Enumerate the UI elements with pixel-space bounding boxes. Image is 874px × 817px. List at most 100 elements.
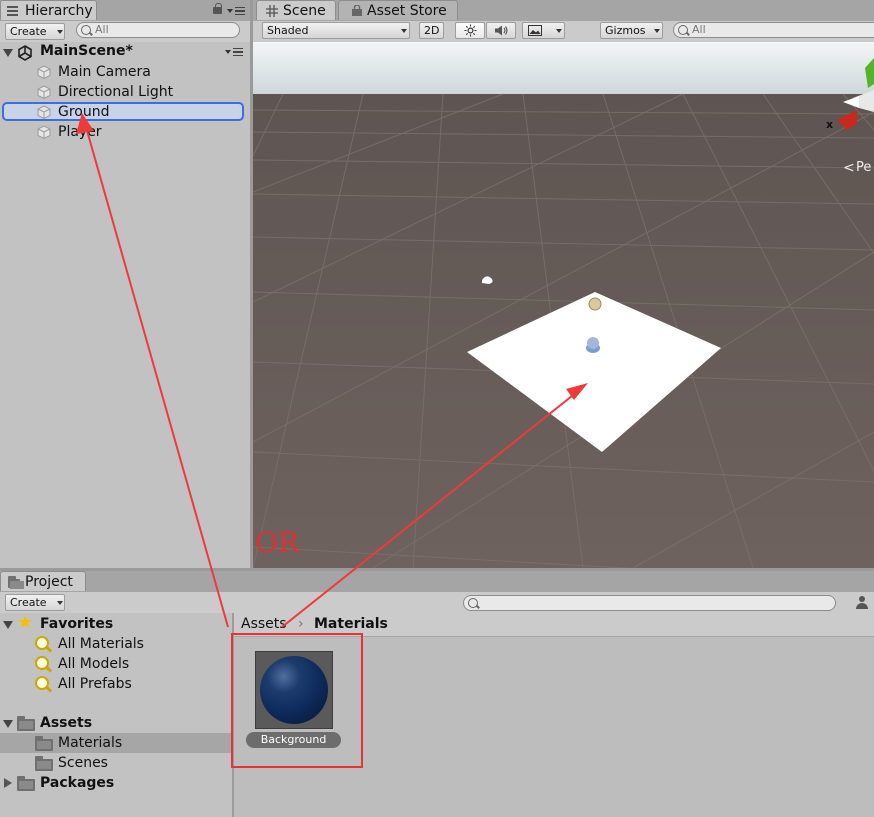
tree-item-all-models[interactable]: All Models [0,654,232,674]
tab-scene-label: Scene [283,3,326,19]
chevron-down-icon [654,29,660,33]
item-label: Directional Light [58,84,174,100]
item-label: All Materials [58,636,144,652]
item-label: Ground [58,104,110,120]
create-label: Create [10,25,47,38]
shading-mode-value: Shaded [267,24,309,37]
project-create-button[interactable]: Create [5,594,65,611]
item-label: All Prefabs [58,676,132,692]
list-icon-mid [7,10,18,12]
tab-asset-store[interactable]: Asset Store [338,0,458,20]
project-search-input[interactable] [463,595,836,611]
tree-item-all-materials[interactable]: All Materials [0,634,232,654]
search-icon [81,25,91,35]
search-icon [468,598,478,608]
grid-icon [266,5,278,17]
expand-arrow-icon[interactable] [3,720,13,728]
hierarchy-item-main-camera[interactable]: Main Camera [0,62,250,82]
tab-hierarchy[interactable]: Hierarchy [0,0,97,20]
breadcrumb-assets[interactable]: Assets [241,616,287,632]
folder-icon [35,756,53,771]
item-label: Materials [58,735,123,751]
folder-icon [17,776,35,791]
bag-icon [352,5,362,16]
tree-item-all-prefabs[interactable]: All Prefabs [0,674,232,694]
hierarchy-item-ground[interactable]: Ground [0,102,250,122]
unity-logo-icon [18,45,32,61]
hierarchy-item-directional-light[interactable]: Directional Light [0,82,250,102]
toggle-2d-button[interactable]: 2D [419,22,444,39]
sun-icon [464,24,477,37]
scene-menu-icon[interactable] [225,46,243,58]
gameobject-cube-icon [37,85,51,99]
persp-arrow-icon: < [843,160,855,176]
item-label: All Models [58,656,130,672]
lighting-toggle-button[interactable] [455,22,485,39]
toggle-2d-label: 2D [424,24,440,37]
gizmos-label: Gizmos [605,24,646,37]
collapse-arrow-icon[interactable] [4,778,12,788]
expand-arrow-icon[interactable] [3,621,13,629]
sky [253,42,874,100]
chevron-down-icon [57,30,63,34]
search-placeholder: All [95,23,109,36]
tab-hierarchy-label: Hierarchy [25,3,93,19]
scene-view-svg [253,42,874,568]
search-placeholder: All [692,23,706,36]
annotation-or-text: OR [255,526,300,559]
project-tabbar [0,571,874,593]
expand-arrow-icon[interactable] [3,49,13,57]
annotation-highlight-box [231,633,363,768]
scene-name: MainScene* [40,43,133,59]
tree-favorites[interactable]: ★ Favorites [0,612,232,634]
folder-icon [17,716,35,731]
hierarchy-search-input[interactable]: All [76,22,240,38]
search-filter-icon [35,636,49,650]
tab-scene[interactable]: Scene [256,0,336,20]
tab-project-label: Project [25,574,73,590]
folder-icon [8,576,24,589]
filter-by-type-icon[interactable] [856,596,870,610]
audio-toggle-button[interactable] [486,22,516,39]
breadcrumb-materials[interactable]: Materials [314,616,388,632]
assets-label: Assets [40,715,93,731]
tab-asset-store-label: Asset Store [367,3,447,19]
tree-item-scenes[interactable]: Scenes [0,753,232,773]
folder-icon [35,736,53,751]
chevron-down-icon [401,29,407,33]
persp-label[interactable]: Pe [856,160,871,175]
light-gizmo-icon [588,297,602,311]
chevron-down-icon [57,601,63,605]
chevron-down-icon [556,29,562,33]
gizmos-dropdown[interactable]: Gizmos [600,22,663,39]
tree-assets[interactable]: Assets [0,713,232,733]
player-object [587,337,599,349]
gameobject-cube-icon [37,125,51,139]
lock-shackle [215,3,222,9]
item-label: Main Camera [58,64,151,80]
tree-item-materials[interactable]: Materials [0,733,232,753]
breadcrumb-separator-icon: › [298,616,304,632]
favorites-label: Favorites [40,616,114,632]
hierarchy-item-player[interactable]: Player [0,122,250,142]
tree-packages[interactable]: Packages [0,773,232,793]
packages-label: Packages [40,775,115,791]
search-filter-icon [35,676,49,690]
panel-menu-icon[interactable] [227,5,245,17]
gameobject-cube-icon [37,105,51,119]
scene-search-input[interactable]: All [673,22,874,38]
star-icon: ★ [17,612,34,633]
hierarchy-scene-row[interactable]: MainScene* [0,42,250,62]
search-icon [678,25,688,35]
search-filter-icon [35,656,49,670]
create-label: Create [10,596,47,609]
scene-viewport[interactable]: x < Pe [253,42,874,568]
shading-mode-dropdown[interactable]: Shaded [262,22,410,39]
tab-project[interactable]: Project [0,571,86,591]
effects-dropdown-button[interactable] [522,22,565,39]
item-label: Player [58,124,102,140]
speaker-icon [495,25,508,36]
item-label: Scenes [58,755,108,771]
hierarchy-create-button[interactable]: Create [5,23,65,40]
image-icon [528,25,542,36]
